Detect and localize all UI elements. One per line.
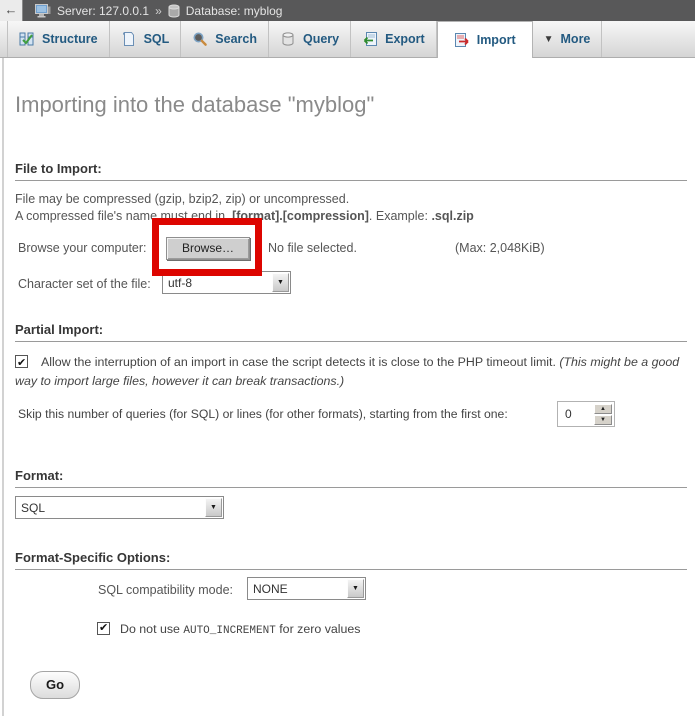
section-heading-file-to-import: File to Import: bbox=[15, 161, 687, 181]
skip-queries-label: Skip this number of queries (for SQL) or… bbox=[18, 407, 508, 421]
auto-increment-text-suffix: for zero values bbox=[276, 622, 361, 636]
section-heading-format-specific-options: Format-Specific Options: bbox=[15, 550, 687, 570]
spinner-down-button[interactable]: ▼ bbox=[594, 415, 612, 425]
breadcrumb-server-label[interactable]: Server: 127.0.0.1 bbox=[57, 4, 149, 18]
allow-interruption-text: Allow the interruption of an import in c… bbox=[41, 355, 559, 369]
compression-info-line2: A compressed file's name must end in .[f… bbox=[15, 209, 474, 223]
structure-icon bbox=[19, 31, 35, 47]
breadcrumb-bar: ← Server: 127.0.0.1 » Database: mybl bbox=[0, 0, 695, 21]
select-arrow-icon[interactable]: ▼ bbox=[347, 579, 364, 598]
breadcrumb-separator: » bbox=[155, 4, 162, 18]
format-select[interactable]: SQL ▼ bbox=[15, 496, 224, 519]
line2-mid: . Example: bbox=[369, 209, 432, 223]
spinner-buttons: ▲ ▼ bbox=[594, 404, 612, 425]
auto-increment-checkbox[interactable] bbox=[97, 622, 110, 635]
no-file-selected-text: No file selected. bbox=[268, 241, 357, 255]
tab-label: Search bbox=[215, 32, 257, 46]
import-icon bbox=[454, 32, 470, 48]
server-monitor-icon bbox=[35, 4, 51, 18]
chevron-down-icon: ▼ bbox=[544, 34, 554, 45]
section-heading-partial-import: Partial Import: bbox=[15, 322, 687, 342]
back-button[interactable]: ← bbox=[0, 0, 23, 21]
tab-more[interactable]: ▼ More bbox=[533, 21, 603, 57]
tab-search[interactable]: Search bbox=[181, 21, 269, 57]
breadcrumb: Server: 127.0.0.1 » Database: myblog bbox=[35, 4, 282, 18]
phpmyadmin-import-page: ← Server: 127.0.0.1 » Database: mybl bbox=[0, 0, 695, 716]
tab-label: More bbox=[561, 32, 591, 46]
tab-label: Export bbox=[385, 32, 425, 46]
tab-import[interactable]: Import bbox=[437, 21, 533, 58]
spinner-up-button[interactable]: ▲ bbox=[594, 404, 612, 414]
tab-structure[interactable]: Structure bbox=[7, 21, 110, 57]
charset-select[interactable]: utf-8 ▼ bbox=[162, 271, 291, 294]
page-title: Importing into the database "myblog" bbox=[15, 92, 374, 118]
example-extension-text: .sql.zip bbox=[431, 209, 473, 223]
compression-info-text: File may be compressed (gzip, bzip2, zip… bbox=[15, 191, 474, 224]
sql-compatibility-select[interactable]: NONE ▼ bbox=[247, 577, 366, 600]
tab-label: Query bbox=[303, 32, 339, 46]
auto-increment-text-prefix: Do not use bbox=[120, 622, 183, 636]
skip-queries-spinner[interactable]: 0 ▲ ▼ bbox=[557, 401, 615, 427]
content-left-border bbox=[2, 58, 4, 716]
browse-your-computer-label: Browse your computer: bbox=[18, 241, 147, 255]
sql-compatibility-label: SQL compatibility mode: bbox=[98, 583, 233, 597]
select-arrow-icon[interactable]: ▼ bbox=[272, 273, 289, 292]
go-button[interactable]: Go bbox=[30, 671, 80, 699]
breadcrumb-database-label[interactable]: Database: myblog bbox=[186, 4, 283, 18]
sql-page-icon bbox=[121, 31, 137, 47]
charset-selected-value: utf-8 bbox=[163, 276, 271, 290]
browse-button[interactable]: Browse… bbox=[166, 237, 250, 260]
compression-info-line1: File may be compressed (gzip, bzip2, zip… bbox=[15, 192, 349, 206]
format-pattern-text: .[format].[compression] bbox=[229, 209, 369, 223]
spinner-value[interactable]: 0 bbox=[558, 407, 594, 421]
format-selected-value: SQL bbox=[16, 501, 204, 515]
allow-interruption-checkbox[interactable] bbox=[15, 355, 28, 368]
tab-export[interactable]: Export bbox=[351, 21, 437, 57]
tab-label: Import bbox=[477, 33, 516, 47]
section-heading-format: Format: bbox=[15, 468, 687, 488]
export-icon bbox=[362, 31, 378, 47]
max-size-text: (Max: 2,048KiB) bbox=[455, 241, 545, 255]
allow-interruption-row: Allow the interruption of an import in c… bbox=[15, 353, 687, 391]
tab-sql[interactable]: SQL bbox=[110, 21, 182, 57]
tab-query[interactable]: Query bbox=[269, 21, 351, 57]
line2-prefix: A compressed file's name must end in bbox=[15, 209, 229, 223]
query-database-icon bbox=[280, 31, 296, 47]
sql-compatibility-selected-value: NONE bbox=[248, 582, 346, 596]
database-icon bbox=[168, 4, 180, 18]
charset-label: Character set of the file: bbox=[18, 277, 151, 291]
tab-label: Structure bbox=[42, 32, 98, 46]
search-icon bbox=[192, 31, 208, 47]
tab-bar: Structure SQL Search bbox=[0, 21, 695, 58]
auto-increment-code: AUTO_INCREMENT bbox=[183, 625, 275, 637]
select-arrow-icon[interactable]: ▼ bbox=[205, 498, 222, 517]
tab-label: SQL bbox=[144, 32, 170, 46]
auto-increment-row: Do not use AUTO_INCREMENT for zero value… bbox=[97, 622, 361, 637]
